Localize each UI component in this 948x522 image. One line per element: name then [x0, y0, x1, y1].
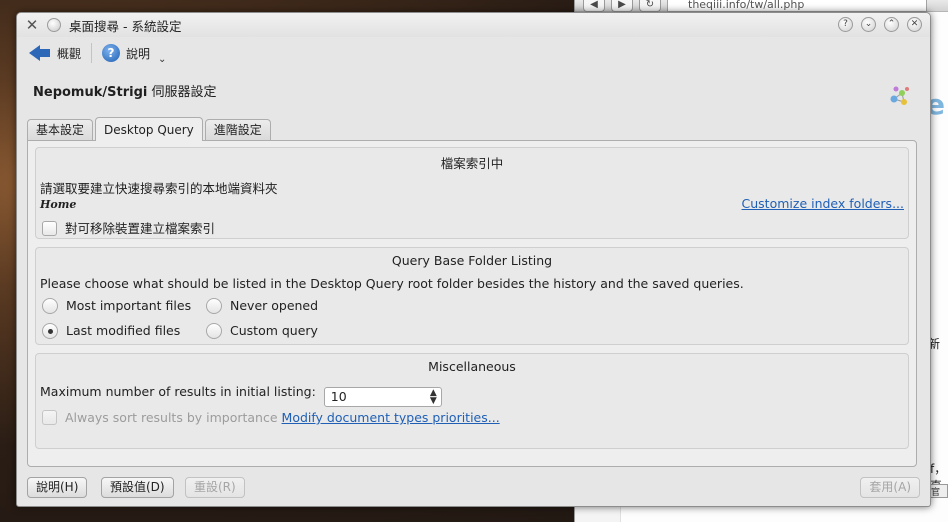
close-button[interactable]: ✕ — [907, 17, 922, 32]
minimize-button[interactable]: ⌄ — [861, 17, 876, 32]
max-results-value: 10 — [330, 389, 347, 404]
toolbar-separator — [91, 43, 93, 63]
nepomuk-icon — [890, 86, 909, 105]
browser-reload-button[interactable]: ↻ — [639, 0, 661, 12]
tab-advanced-settings[interactable]: 進階設定 — [204, 119, 271, 141]
modify-priorities-link[interactable]: Modify document types priorities... — [282, 410, 500, 425]
chevron-down-icon: ⌄ — [158, 53, 167, 65]
indexing-group-title: 檔案索引中 — [440, 156, 504, 171]
spinbox-arrows-icon[interactable]: ▲ ▼ — [430, 389, 437, 406]
removable-devices-label: 對可移除裝置建立檔案索引 — [65, 221, 216, 236]
misc-group: Miscellaneous Maximum number of results … — [35, 353, 909, 449]
reset-button[interactable]: 重設(R) — [185, 477, 245, 498]
browser-small-button[interactable]: 官方 — [928, 484, 948, 498]
indexing-description: 請選取要建立快速搜尋索引的本地端資料夾 — [40, 181, 278, 196]
radio-never-opened[interactable]: Never opened — [206, 298, 318, 314]
query-base-description: Please choose what should be listed in t… — [40, 276, 744, 291]
radio-last-modified[interactable]: Last modified files — [42, 323, 180, 339]
tab-basic-settings[interactable]: 基本設定 — [27, 119, 94, 141]
titlebar[interactable]: ✕ 桌面搜尋 - 系統設定 ? ⌄ ⌃ ✕ — [17, 13, 930, 37]
query-base-group: Query Base Folder Listing Please choose … — [35, 247, 909, 345]
customize-index-folders-link[interactable]: Customize index folders... — [742, 196, 904, 211]
indexed-folder: Home — [40, 198, 77, 211]
help-button[interactable]: 說明(H) — [27, 477, 88, 498]
defaults-button[interactable]: 預設值(D) — [101, 477, 174, 498]
removable-devices-checkbox[interactable] — [42, 221, 57, 236]
radio-custom-query[interactable]: Custom query — [206, 323, 318, 339]
radio-label: Last modified files — [66, 323, 181, 338]
max-results-row: Maximum number of results in initial lis… — [40, 384, 442, 407]
overview-label: 概觀 — [57, 46, 82, 61]
max-results-label: Maximum number of results in initial lis… — [40, 384, 316, 399]
maximize-button[interactable]: ⌃ — [884, 17, 899, 32]
tab-bar: 基本設定 Desktop Query 進階設定 — [27, 117, 271, 141]
context-help-button[interactable]: ? — [838, 17, 853, 32]
browser-back-button[interactable]: ◀ — [583, 0, 605, 12]
page-title-suffix: 伺服器設定 — [147, 85, 217, 100]
pin-button[interactable] — [47, 18, 61, 32]
radio-button[interactable] — [42, 323, 58, 339]
radio-button[interactable] — [42, 298, 58, 314]
query-base-title: Query Base Folder Listing — [391, 253, 553, 268]
page-title: Nepomuk/Strigi 伺服器設定 — [33, 81, 216, 100]
sort-importance-checkbox[interactable] — [42, 410, 57, 425]
settings-dialog: ✕ 桌面搜尋 - 系統設定 ? ⌄ ⌃ ✕ 概觀 ? 說明 ⌄ Nepomuk/… — [16, 12, 931, 507]
radio-label: Most important files — [66, 298, 192, 313]
radio-button[interactable] — [206, 298, 222, 314]
back-arrow-icon — [29, 44, 51, 62]
radio-button[interactable] — [206, 323, 222, 339]
sort-importance-row: Always sort results by importance Modify… — [42, 410, 500, 425]
dialog-button-bar: 說明(H) 預設值(D) 重設(R) 套用(A) — [27, 477, 920, 499]
max-results-spinbox[interactable]: 10 ▲ ▼ — [323, 387, 442, 407]
help-icon: ? — [102, 44, 121, 62]
tab-desktop-query[interactable]: Desktop Query — [95, 117, 203, 141]
help-menu-button[interactable]: ? 說明 ⌄ — [98, 40, 170, 66]
help-label: 說明 — [126, 46, 151, 61]
browser-toolbar: ◀ ▶ ↻ theqiii.info/tw/all.php — [575, 0, 948, 12]
removable-devices-checkbox-row[interactable]: 對可移除裝置建立檔案索引 — [42, 218, 215, 237]
apply-button[interactable]: 套用(A) — [860, 477, 920, 498]
overview-button[interactable]: 概觀 — [25, 40, 85, 66]
radio-label: Never opened — [230, 298, 319, 313]
browser-url-bar[interactable]: theqiii.info/tw/all.php — [667, 0, 927, 12]
radio-label: Custom query — [230, 323, 318, 338]
page-title-bold: Nepomuk/Strigi — [33, 85, 148, 100]
misc-title: Miscellaneous — [428, 359, 516, 374]
radio-most-important[interactable]: Most important files — [42, 298, 191, 314]
browser-forward-button[interactable]: ▶ — [611, 0, 633, 12]
tools-icon[interactable]: ✕ — [23, 16, 41, 34]
tab-panel: 檔案索引中 請選取要建立快速搜尋索引的本地端資料夾 Home Customize… — [27, 140, 917, 467]
indexing-group: 檔案索引中 請選取要建立快速搜尋索引的本地端資料夾 Home Customize… — [35, 147, 909, 239]
sort-importance-label: Always sort results by importance — [65, 410, 278, 425]
window-title: 桌面搜尋 - 系統設定 — [69, 18, 182, 34]
main-toolbar: 概觀 ? 說明 ⌄ — [17, 37, 930, 69]
